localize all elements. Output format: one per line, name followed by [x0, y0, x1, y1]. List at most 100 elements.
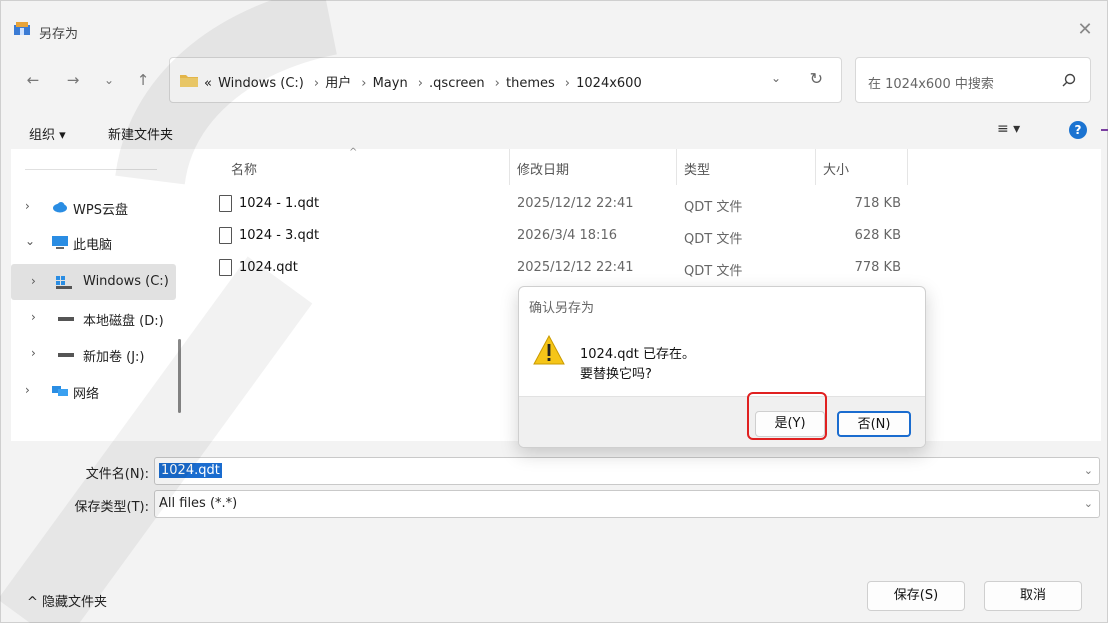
file-row[interactable]: 1024 - 3.qdt 2026/3/4 18:16 QDT 文件 628 K… — [209, 220, 909, 252]
dialog-message-line1: 1024.qdt 已存在。 — [580, 347, 695, 362]
breadcrumb-item-themes[interactable]: themes — [506, 76, 555, 91]
cloud-icon — [53, 202, 67, 213]
navigation-row: ← → ⌄ ↑ « Windows (C:) › 用户 › Mayn › .qscre… — [1, 57, 1107, 103]
sidebar-item-local-disk-d[interactable]: › 本地磁盘 (D:) — [11, 302, 176, 334]
confirm-save-as-dialog: 确认另存为 1024.qdt 已存在。 要替换它吗? 是(Y) 否(N) — [518, 286, 926, 448]
file-icon — [219, 227, 232, 244]
sidebar-item-label: 网络 — [73, 387, 100, 402]
column-header-size[interactable]: 大小 — [823, 159, 849, 178]
new-folder-button[interactable]: 新建文件夹 — [108, 124, 173, 143]
column-divider[interactable] — [907, 149, 908, 185]
column-divider[interactable] — [676, 149, 677, 185]
column-divider[interactable] — [815, 149, 816, 185]
drive-icon — [58, 317, 74, 321]
breadcrumb-item-1024x600[interactable]: 1024x600 — [576, 76, 642, 91]
network-icon — [52, 386, 68, 396]
drive-icon — [58, 353, 74, 357]
no-button[interactable]: 否(N) — [837, 411, 911, 437]
forward-arrow-icon[interactable]: → — [63, 71, 83, 89]
file-name: 1024 - 3.qdt — [239, 228, 320, 243]
filename-label: 文件名(N): — [85, 467, 149, 482]
breadcrumb-separator: › — [313, 76, 320, 91]
chevron-right-icon[interactable]: › — [31, 346, 36, 360]
chevron-right-icon[interactable]: › — [25, 383, 30, 397]
file-date: 2026/3/4 18:16 — [517, 228, 617, 243]
chevron-right-icon[interactable]: › — [25, 199, 30, 213]
column-header-type[interactable]: 类型 — [684, 159, 710, 178]
hide-folders-toggle[interactable]: ^ 隐藏文件夹 — [27, 591, 107, 610]
sidebar-item-wps-cloud[interactable]: › WPS云盘 — [11, 191, 176, 223]
file-size: 778 KB — [854, 260, 901, 275]
file-icon — [219, 259, 232, 276]
breadcrumb-separator: › — [417, 76, 423, 91]
sidebar-item-label: 本地磁盘 (D:) — [83, 314, 164, 329]
divider — [25, 169, 157, 170]
dialog-button-bar: 是(Y) 否(N) — [519, 396, 925, 447]
cancel-button[interactable]: 取消 — [984, 581, 1082, 611]
toolbar: 组织 ▾ 新建文件夹 ≡ ▾ ? — [1, 113, 1107, 149]
edge-marker — [1101, 129, 1108, 131]
breadcrumb-item-qscreen[interactable]: .qscreen — [429, 76, 485, 91]
folder-icon — [180, 75, 198, 87]
file-row[interactable]: 1024 - 1.qdt 2025/12/12 22:41 QDT 文件 718… — [209, 188, 909, 220]
windows-drive-icon — [56, 276, 72, 289]
filename-row: 文件名(N): 1024.qdt ⌄ — [1, 457, 1107, 485]
chevron-down-icon[interactable]: ⌄ — [1084, 464, 1093, 477]
back-arrow-icon[interactable]: ← — [23, 71, 43, 89]
file-type: QDT 文件 — [684, 200, 743, 215]
search-input[interactable]: 在 1024x600 中搜索 — [855, 57, 1091, 103]
filename-value[interactable]: 1024.qdt — [159, 463, 222, 478]
highlight-box — [747, 392, 827, 440]
address-dropdown-icon[interactable]: ⌄ — [771, 71, 781, 85]
sidebar-item-label: WPS云盘 — [73, 203, 128, 218]
filename-field[interactable]: 1024.qdt ⌄ — [154, 457, 1100, 485]
breadcrumb-item-users[interactable]: 用户 — [325, 76, 351, 91]
file-name: 1024.qdt — [239, 260, 298, 275]
sidebar-item-windows-c[interactable]: › Windows (C:) — [11, 264, 176, 300]
window-title: 另存为 — [39, 27, 79, 42]
breadcrumb-separator: › — [494, 76, 500, 91]
file-icon — [219, 195, 232, 212]
filetype-select[interactable]: All files (*.*) ⌄ — [154, 490, 1100, 518]
sidebar-scrollbar[interactable] — [178, 339, 181, 413]
file-size: 628 KB — [854, 228, 901, 243]
column-header-name[interactable]: 名称 — [231, 159, 257, 178]
file-row[interactable]: 1024.qdt 2025/12/12 22:41 QDT 文件 778 KB — [209, 252, 909, 284]
breadcrumb-overflow[interactable]: « — [204, 76, 212, 91]
breadcrumb-separator: › — [361, 76, 367, 91]
file-size: 718 KB — [854, 196, 901, 211]
sidebar-item-this-pc[interactable]: ⌄ 此电脑 — [11, 226, 176, 258]
dialog-title: 确认另存为 — [529, 301, 595, 316]
recent-locations-icon[interactable]: ⌄ — [99, 73, 119, 87]
chevron-right-icon[interactable]: › — [31, 274, 36, 288]
filetype-row: 保存类型(T): All files (*.*) ⌄ — [1, 490, 1107, 518]
help-icon[interactable]: ? — [1069, 121, 1087, 139]
address-bar[interactable]: « Windows (C:) › 用户 › Mayn › .qscreen › them… — [169, 57, 842, 103]
footer-bar: ^ 隐藏文件夹 保存(S) 取消 — [1, 569, 1107, 623]
close-icon[interactable]: ✕ — [1075, 21, 1095, 39]
chevron-down-icon[interactable]: ⌄ — [25, 234, 35, 248]
computer-icon — [52, 236, 68, 249]
organize-menu[interactable]: 组织 ▾ — [29, 124, 66, 143]
chevron-down-icon[interactable]: ⌄ — [1084, 497, 1093, 510]
sidebar-item-network[interactable]: › 网络 — [11, 375, 176, 407]
search-icon[interactable] — [1062, 73, 1076, 87]
view-options-icon[interactable]: ≡ ▾ — [997, 121, 1020, 137]
save-button[interactable]: 保存(S) — [867, 581, 965, 611]
up-arrow-icon[interactable]: ↑ — [133, 71, 153, 89]
sidebar-item-label: Windows (C:) — [83, 274, 169, 289]
refresh-icon[interactable]: ↻ — [810, 69, 823, 88]
warning-icon — [533, 335, 565, 365]
column-divider[interactable] — [509, 149, 510, 185]
column-header-date[interactable]: 修改日期 — [517, 159, 569, 178]
chevron-right-icon[interactable]: › — [31, 310, 36, 324]
breadcrumb-item-mayn[interactable]: Mayn — [373, 76, 408, 91]
sidebar-item-new-volume-j[interactable]: › 新加卷 (J:) — [11, 338, 176, 370]
file-type: QDT 文件 — [684, 232, 743, 247]
file-date: 2025/12/12 22:41 — [517, 260, 634, 275]
title-bar: 另存为 ✕ — [1, 1, 1107, 42]
breadcrumb-item-windows-c[interactable]: Windows (C:) — [218, 76, 304, 91]
sidebar-item-label: 新加卷 (J:) — [83, 350, 145, 365]
file-type: QDT 文件 — [684, 264, 743, 279]
navigation-pane: › WPS云盘 ⌄ 此电脑 › Windows (C:) › 本地磁盘 (D:) — [11, 149, 176, 441]
